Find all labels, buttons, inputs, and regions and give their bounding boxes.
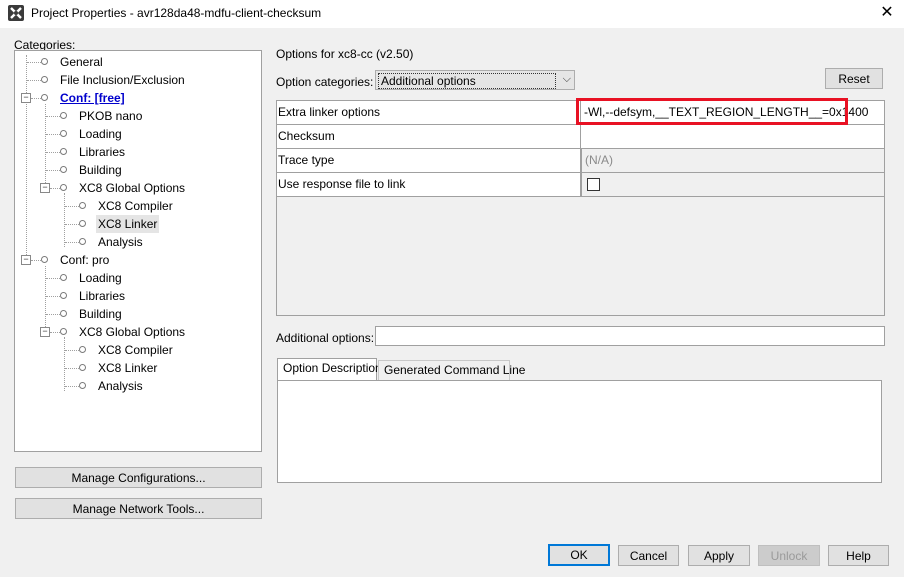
collapse-icon[interactable]: − <box>40 183 50 193</box>
tree-item-loading[interactable]: Loading <box>15 125 255 143</box>
collapse-icon[interactable]: − <box>40 327 50 337</box>
tree-item-pkob-nano[interactable]: PKOB nano <box>15 107 255 125</box>
grid-row-checksum[interactable]: Checksum <box>277 125 884 149</box>
checksum-field[interactable] <box>581 125 884 148</box>
tab-option-description[interactable]: Option Description <box>277 358 382 380</box>
node-dot-icon <box>41 94 48 101</box>
node-dot-icon <box>79 364 86 371</box>
node-dot-icon <box>60 184 67 191</box>
grid-row-name: Checksum <box>277 125 581 148</box>
trace-type-field: (N/A) <box>581 149 884 172</box>
node-dot-icon <box>41 76 48 83</box>
node-dot-icon <box>60 148 67 155</box>
app-icon <box>8 5 24 21</box>
manage-configurations-button[interactable]: Manage Configurations... <box>15 467 262 488</box>
ok-button[interactable]: OK <box>548 544 610 566</box>
tree-item-xc8-linker[interactable]: XC8 Linker <box>15 215 255 233</box>
apply-button[interactable]: Apply <box>688 545 750 566</box>
chevron-down-icon: ⌵ <box>562 73 571 85</box>
options-header: Options for xc8-cc (v2.50) <box>276 47 414 61</box>
tree-item-analysis[interactable]: Analysis <box>15 233 255 251</box>
help-button[interactable]: Help <box>828 545 889 566</box>
options-grid: Extra linker options -Wl,--defsym,__TEXT… <box>276 100 885 316</box>
tree-item-building[interactable]: Building <box>15 161 255 179</box>
tree-item-conf-free[interactable]: − Conf: [free] <box>15 89 255 107</box>
node-dot-icon <box>79 238 86 245</box>
tree-item-xc8-global-options[interactable]: − XC8 Global Options <box>15 323 255 341</box>
node-dot-icon <box>60 112 67 119</box>
close-icon[interactable]: ✕ <box>874 2 900 24</box>
unlock-button: Unlock <box>758 545 820 566</box>
collapse-icon[interactable]: − <box>21 93 31 103</box>
title-bar: Project Properties - avr128da48-mdfu-cli… <box>0 0 904 28</box>
tree-item-xc8-global-options[interactable]: − XC8 Global Options <box>15 179 255 197</box>
tree-item-xc8-compiler[interactable]: XC8 Compiler <box>15 341 255 359</box>
window-title: Project Properties - avr128da48-mdfu-cli… <box>31 6 322 20</box>
collapse-icon[interactable]: − <box>21 255 31 265</box>
grid-row-trace-type: Trace type (N/A) <box>277 149 884 173</box>
grid-row-name: Trace type <box>277 149 581 172</box>
tab-generated-command-line[interactable]: Generated Command Line <box>378 360 525 380</box>
additional-options-input[interactable] <box>375 326 885 346</box>
node-dot-icon <box>60 274 67 281</box>
option-categories-value: Additional options <box>378 73 556 89</box>
tree-item-file-inclusion[interactable]: File Inclusion/Exclusion <box>15 71 255 89</box>
use-response-file-checkbox[interactable] <box>587 178 600 191</box>
tree-item-xc8-linker[interactable]: XC8 Linker <box>15 359 255 377</box>
node-dot-icon <box>60 292 67 299</box>
option-description-panel <box>277 380 882 483</box>
node-dot-icon <box>41 256 48 263</box>
tree-item-xc8-compiler[interactable]: XC8 Compiler <box>15 197 255 215</box>
node-dot-icon <box>60 328 67 335</box>
option-categories-label: Option categories: <box>276 75 374 89</box>
node-dot-icon <box>41 58 48 65</box>
node-dot-icon <box>60 130 67 137</box>
reset-button[interactable]: Reset <box>825 68 883 89</box>
option-categories-select[interactable]: Additional options ⌵ <box>375 70 575 90</box>
grid-row-name: Extra linker options <box>277 101 581 124</box>
response-file-cell <box>581 173 884 196</box>
categories-tree[interactable]: General File Inclusion/Exclusion − Conf:… <box>14 50 262 452</box>
tree-item-loading[interactable]: Loading <box>15 269 255 287</box>
node-dot-icon <box>60 310 67 317</box>
tree-item-analysis[interactable]: Analysis <box>15 377 255 395</box>
cancel-button[interactable]: Cancel <box>618 545 679 566</box>
node-dot-icon <box>79 220 86 227</box>
grid-row-response-file[interactable]: Use response file to link <box>277 173 884 197</box>
node-dot-icon <box>79 346 86 353</box>
tree-item-libraries[interactable]: Libraries <box>15 143 255 161</box>
tree-item-libraries[interactable]: Libraries <box>15 287 255 305</box>
grid-row-name: Use response file to link <box>277 173 581 196</box>
node-dot-icon <box>79 202 86 209</box>
tree-item-building[interactable]: Building <box>15 305 255 323</box>
node-dot-icon <box>60 166 67 173</box>
manage-network-tools-button[interactable]: Manage Network Tools... <box>15 498 262 519</box>
node-dot-icon <box>79 382 86 389</box>
tree-item-general[interactable]: General <box>15 53 255 71</box>
red-highlight-box <box>576 98 848 125</box>
additional-options-label: Additional options: <box>276 331 375 345</box>
tree-item-conf-pro[interactable]: − Conf: pro <box>15 251 255 269</box>
